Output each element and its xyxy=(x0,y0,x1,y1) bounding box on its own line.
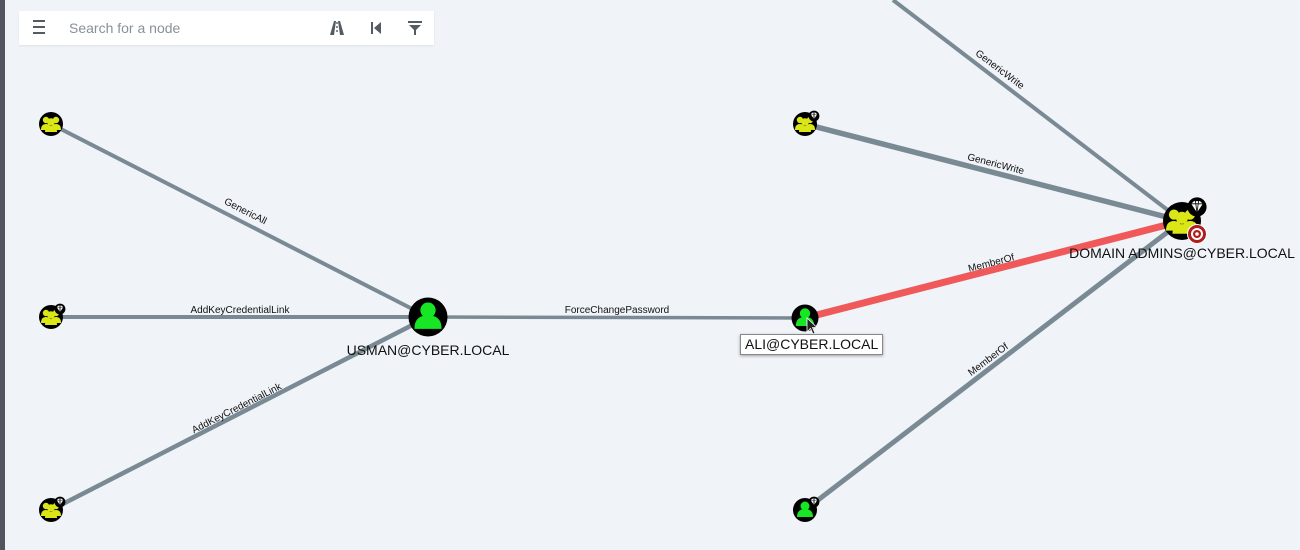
node-group-mid-top[interactable] xyxy=(793,110,820,136)
high-value-gem-icon xyxy=(808,496,820,508)
edge-genericwrite-top[interactable]: GenericWrite xyxy=(891,0,1184,223)
skip-back-icon[interactable] xyxy=(366,18,386,38)
node-ali[interactable] xyxy=(791,304,819,335)
edge-addkeycredentiallink-mid[interactable]: AddKeyCredentialLink xyxy=(51,305,428,319)
node-group-left-top[interactable] xyxy=(39,112,63,136)
pathfinding-icon[interactable] xyxy=(327,18,347,38)
search-input[interactable] xyxy=(63,11,325,45)
edge-label-forcechangepassword: ForceChangePassword xyxy=(565,305,670,316)
node-label-usman: USMAN@CYBER.LOCAL xyxy=(347,342,510,358)
group-icon xyxy=(41,116,61,132)
node-usman[interactable]: USMAN@CYBER.LOCAL xyxy=(347,297,510,359)
node-group-left-bottom[interactable] xyxy=(39,496,66,522)
hamburger-menu-icon[interactable] xyxy=(31,20,47,36)
high-value-gem-icon xyxy=(1186,196,1208,218)
high-value-gem-icon xyxy=(54,496,66,508)
graph-canvas[interactable]: GenericAll AddKeyCredentialLink AddKeyCr… xyxy=(0,0,1300,550)
edge-label-addkeycredentiallink-bottom: AddKeyCredentialLink xyxy=(190,381,284,436)
target-icon xyxy=(1187,224,1207,244)
node-label-domain-admins: DOMAIN ADMINS@CYBER.LOCAL xyxy=(1069,245,1295,261)
high-value-gem-icon xyxy=(808,110,820,122)
search-bar xyxy=(19,11,434,45)
node-user-mid-bottom[interactable] xyxy=(793,496,820,522)
edge-forcechangepassword[interactable]: ForceChangePassword xyxy=(427,305,806,320)
high-value-gem-icon xyxy=(54,303,66,315)
filter-icon[interactable] xyxy=(405,18,425,38)
node-label-ali: ALI@CYBER.LOCAL xyxy=(740,334,884,355)
node-group-left-mid[interactable] xyxy=(39,303,66,329)
edge-genericwrite-mid[interactable]: GenericWrite xyxy=(804,121,1183,224)
edge-label-addkeycredentiallink-mid: AddKeyCredentialLink xyxy=(191,305,291,316)
edge-memberof-highlight[interactable]: MemberOf xyxy=(804,217,1183,322)
edge-label-genericwrite-top: GenericWrite xyxy=(973,48,1026,92)
edge-genericall[interactable]: GenericAll xyxy=(49,122,430,319)
node-domain-admins[interactable]: DOMAIN ADMINS@CYBER.LOCAL xyxy=(1069,196,1295,261)
